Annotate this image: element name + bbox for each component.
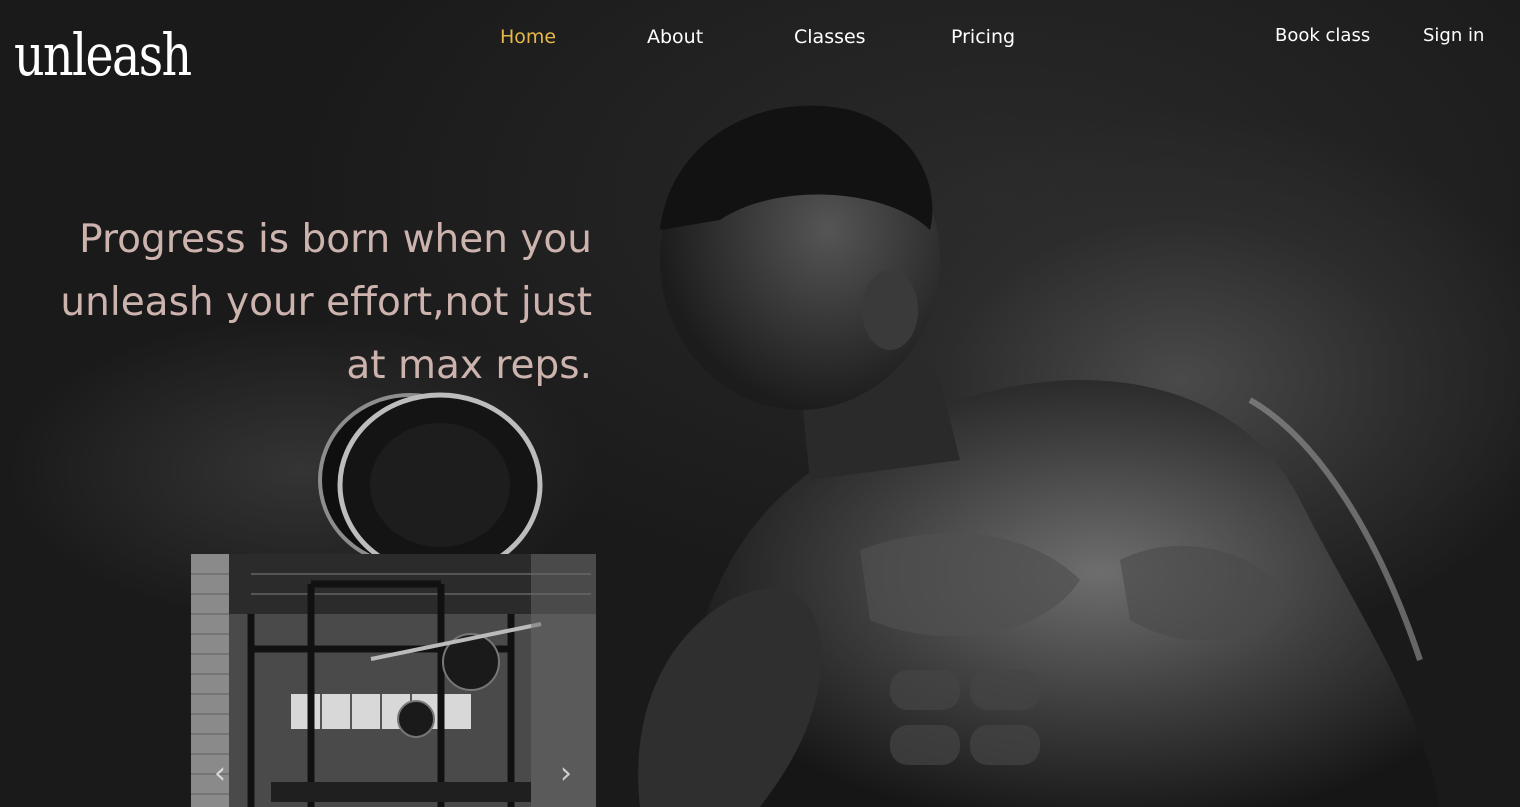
chevron-left-icon[interactable]: ‹ — [205, 754, 235, 794]
gym-gallery-slider: ‹ › — [191, 554, 596, 807]
hero-quote: Progress is born when you unleash your e… — [60, 208, 592, 397]
athlete-image — [638, 105, 1440, 807]
dumbbell-image — [318, 392, 543, 570]
book-class-button[interactable]: Book class — [1275, 25, 1370, 46]
hero-page: unleash Home About Classes Pricing Book … — [0, 0, 1520, 807]
nav-pricing[interactable]: Pricing — [951, 26, 1015, 48]
hero-quote-line: Progress is born when you — [79, 217, 592, 262]
chevron-right-icon[interactable]: › — [551, 754, 581, 794]
nav-classes[interactable]: Classes — [794, 26, 866, 48]
sign-in-button[interactable]: Sign in — [1423, 25, 1484, 46]
hero-quote-line: at max reps. — [346, 343, 592, 388]
brand-logo[interactable]: unleash — [14, 26, 192, 84]
gym-interior-image — [191, 554, 596, 807]
nav-home[interactable]: Home — [500, 26, 556, 48]
hero-quote-line: unleash your effort,not just — [60, 280, 592, 325]
nav-about[interactable]: About — [647, 26, 703, 48]
